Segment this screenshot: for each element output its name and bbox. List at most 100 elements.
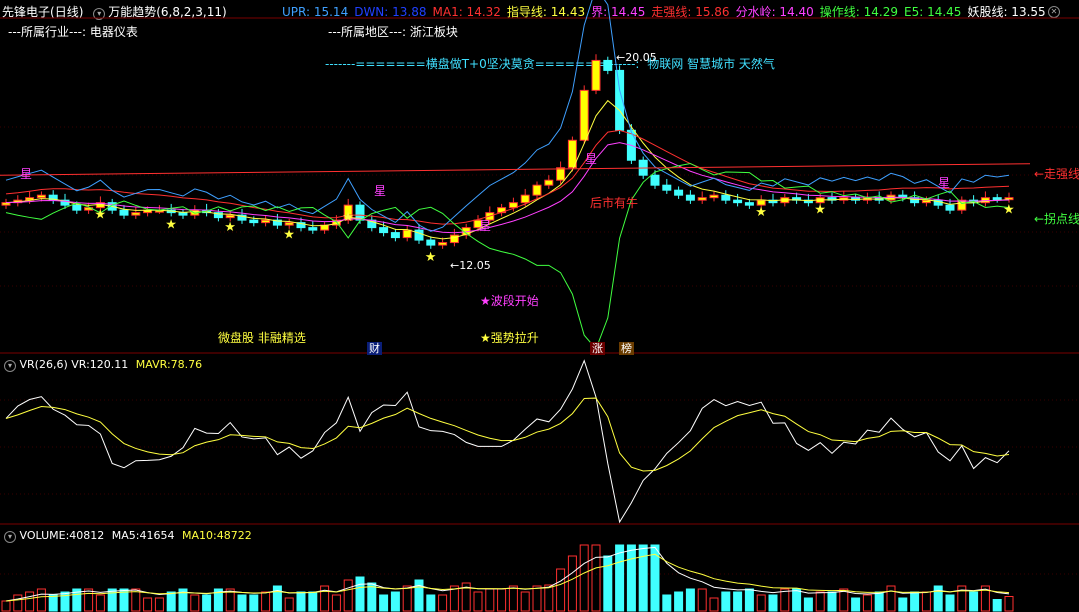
star-marker: ★: [224, 220, 236, 235]
micro-cap-label: 微盘股 非融精选: [218, 331, 306, 345]
candle-body: [379, 227, 389, 234]
mavr-value: 78.76: [170, 358, 203, 371]
volume-bar: [284, 597, 294, 612]
candle-body: [390, 232, 400, 239]
volume-bar: [485, 588, 495, 612]
candle-body: [249, 219, 259, 224]
volume-bar: [473, 591, 483, 612]
volume-bar: [969, 591, 979, 612]
volume-bar: [756, 594, 766, 612]
candle-body: [131, 212, 141, 216]
boundary-line: [5, 142, 1010, 234]
volume-bar: [320, 585, 330, 612]
vr-panel-header: ▾ VR(26,6) VR:120.11 MAVR:78.76: [4, 358, 202, 372]
xing-marker: 星: [479, 219, 492, 233]
volume-bar: [95, 594, 105, 612]
volume-bar: [591, 544, 601, 612]
ma5-value: 41654: [139, 529, 175, 542]
volume-bar: [166, 591, 176, 612]
candle-body: [544, 179, 554, 186]
volume-bar: [733, 591, 743, 612]
candle-body: [449, 234, 459, 244]
volume-bar: [815, 591, 825, 612]
star-marker: ★: [755, 205, 767, 220]
candle-body: [591, 59, 601, 91]
volume-bar: [945, 594, 955, 612]
wave-start-label: ★波段开始: [480, 294, 539, 308]
volume-bar: [508, 585, 518, 612]
volume-bar: [662, 594, 672, 612]
strong-line: [0, 163, 1031, 176]
volume-bar: [390, 591, 400, 612]
volume-bar: [721, 591, 731, 612]
vr-toggle-icon[interactable]: ▾: [4, 360, 16, 372]
volume-bar: [697, 588, 707, 612]
candle-body: [721, 194, 731, 201]
volume-bar: [25, 591, 35, 612]
volume-bar: [414, 579, 424, 612]
candle-body: [579, 89, 589, 141]
volume-bar: [615, 544, 625, 612]
candle-body: [733, 199, 743, 204]
volume-bar: [249, 594, 259, 612]
candle-body: [674, 189, 684, 196]
volume-bar: [143, 597, 153, 612]
volume-bar: [886, 585, 896, 612]
volume-bar: [308, 591, 318, 612]
volume-bar: [272, 585, 282, 612]
volume-bar: [603, 555, 613, 612]
volume-bar: [685, 588, 695, 612]
candle-body: [744, 202, 754, 206]
ma10-value: 48722: [216, 529, 252, 542]
ma10-label: MA10:: [182, 529, 217, 542]
volume-bar: [792, 588, 802, 612]
star-marker: ★: [1003, 203, 1015, 218]
volume-bar: [36, 588, 46, 612]
candle-body: [225, 214, 235, 219]
volume-bar: [556, 568, 566, 612]
volume-bar: [1, 600, 11, 612]
volume-bar: [497, 588, 507, 612]
candle-body: [650, 174, 660, 186]
volume-bar: [154, 597, 164, 612]
candle-body: [36, 194, 46, 199]
vr-title[interactable]: VR(26,6): [20, 358, 68, 371]
rank-tag[interactable]: 榜: [619, 342, 634, 355]
candle-body: [697, 197, 707, 201]
volume-bar: [331, 594, 341, 612]
volume-bar: [261, 591, 271, 612]
rise-tag[interactable]: 涨: [590, 342, 605, 355]
after-bull-label: 后市有牛: [590, 196, 639, 210]
volume-bar: [343, 579, 353, 612]
candle-body: [945, 204, 955, 211]
volume-panel-header: ▾ VOLUME:40812 MA5:41654 MA10:48722: [4, 529, 252, 543]
xing-marker: 星: [374, 184, 387, 198]
volume-bar: [638, 544, 648, 612]
star-marker: ★: [283, 228, 295, 243]
xing-marker: 星: [938, 176, 951, 190]
volume-bar: [544, 584, 554, 612]
stock-chart[interactable]: ★ ★ ★ ★ ★ ★ ★ ★ ★: [0, 0, 1079, 612]
candle-body: [308, 227, 318, 231]
volume-bar: [379, 594, 389, 612]
ma5-label: MA5:: [111, 529, 140, 542]
finance-tag[interactable]: 财: [367, 342, 382, 355]
volume-bar: [1004, 596, 1014, 612]
high-price-label: ←20.05: [616, 51, 657, 64]
volume-bar: [355, 576, 365, 612]
volume-bar: [874, 591, 884, 612]
volume-bar: [827, 591, 837, 612]
volume-bar: [780, 588, 790, 612]
low-price-label: ←12.05: [450, 259, 491, 272]
volume-bar: [933, 585, 943, 612]
candle-body: [709, 194, 719, 199]
candle-body: [438, 242, 448, 246]
volume-bar: [84, 588, 94, 612]
volume-title[interactable]: VOLUME:: [20, 529, 70, 542]
candle-body: [685, 194, 695, 201]
volume-bar: [402, 585, 412, 612]
candle-body: [662, 184, 672, 191]
volume-bar: [862, 594, 872, 612]
star-marker: ★: [342, 210, 354, 225]
volume-toggle-icon[interactable]: ▾: [4, 531, 16, 543]
